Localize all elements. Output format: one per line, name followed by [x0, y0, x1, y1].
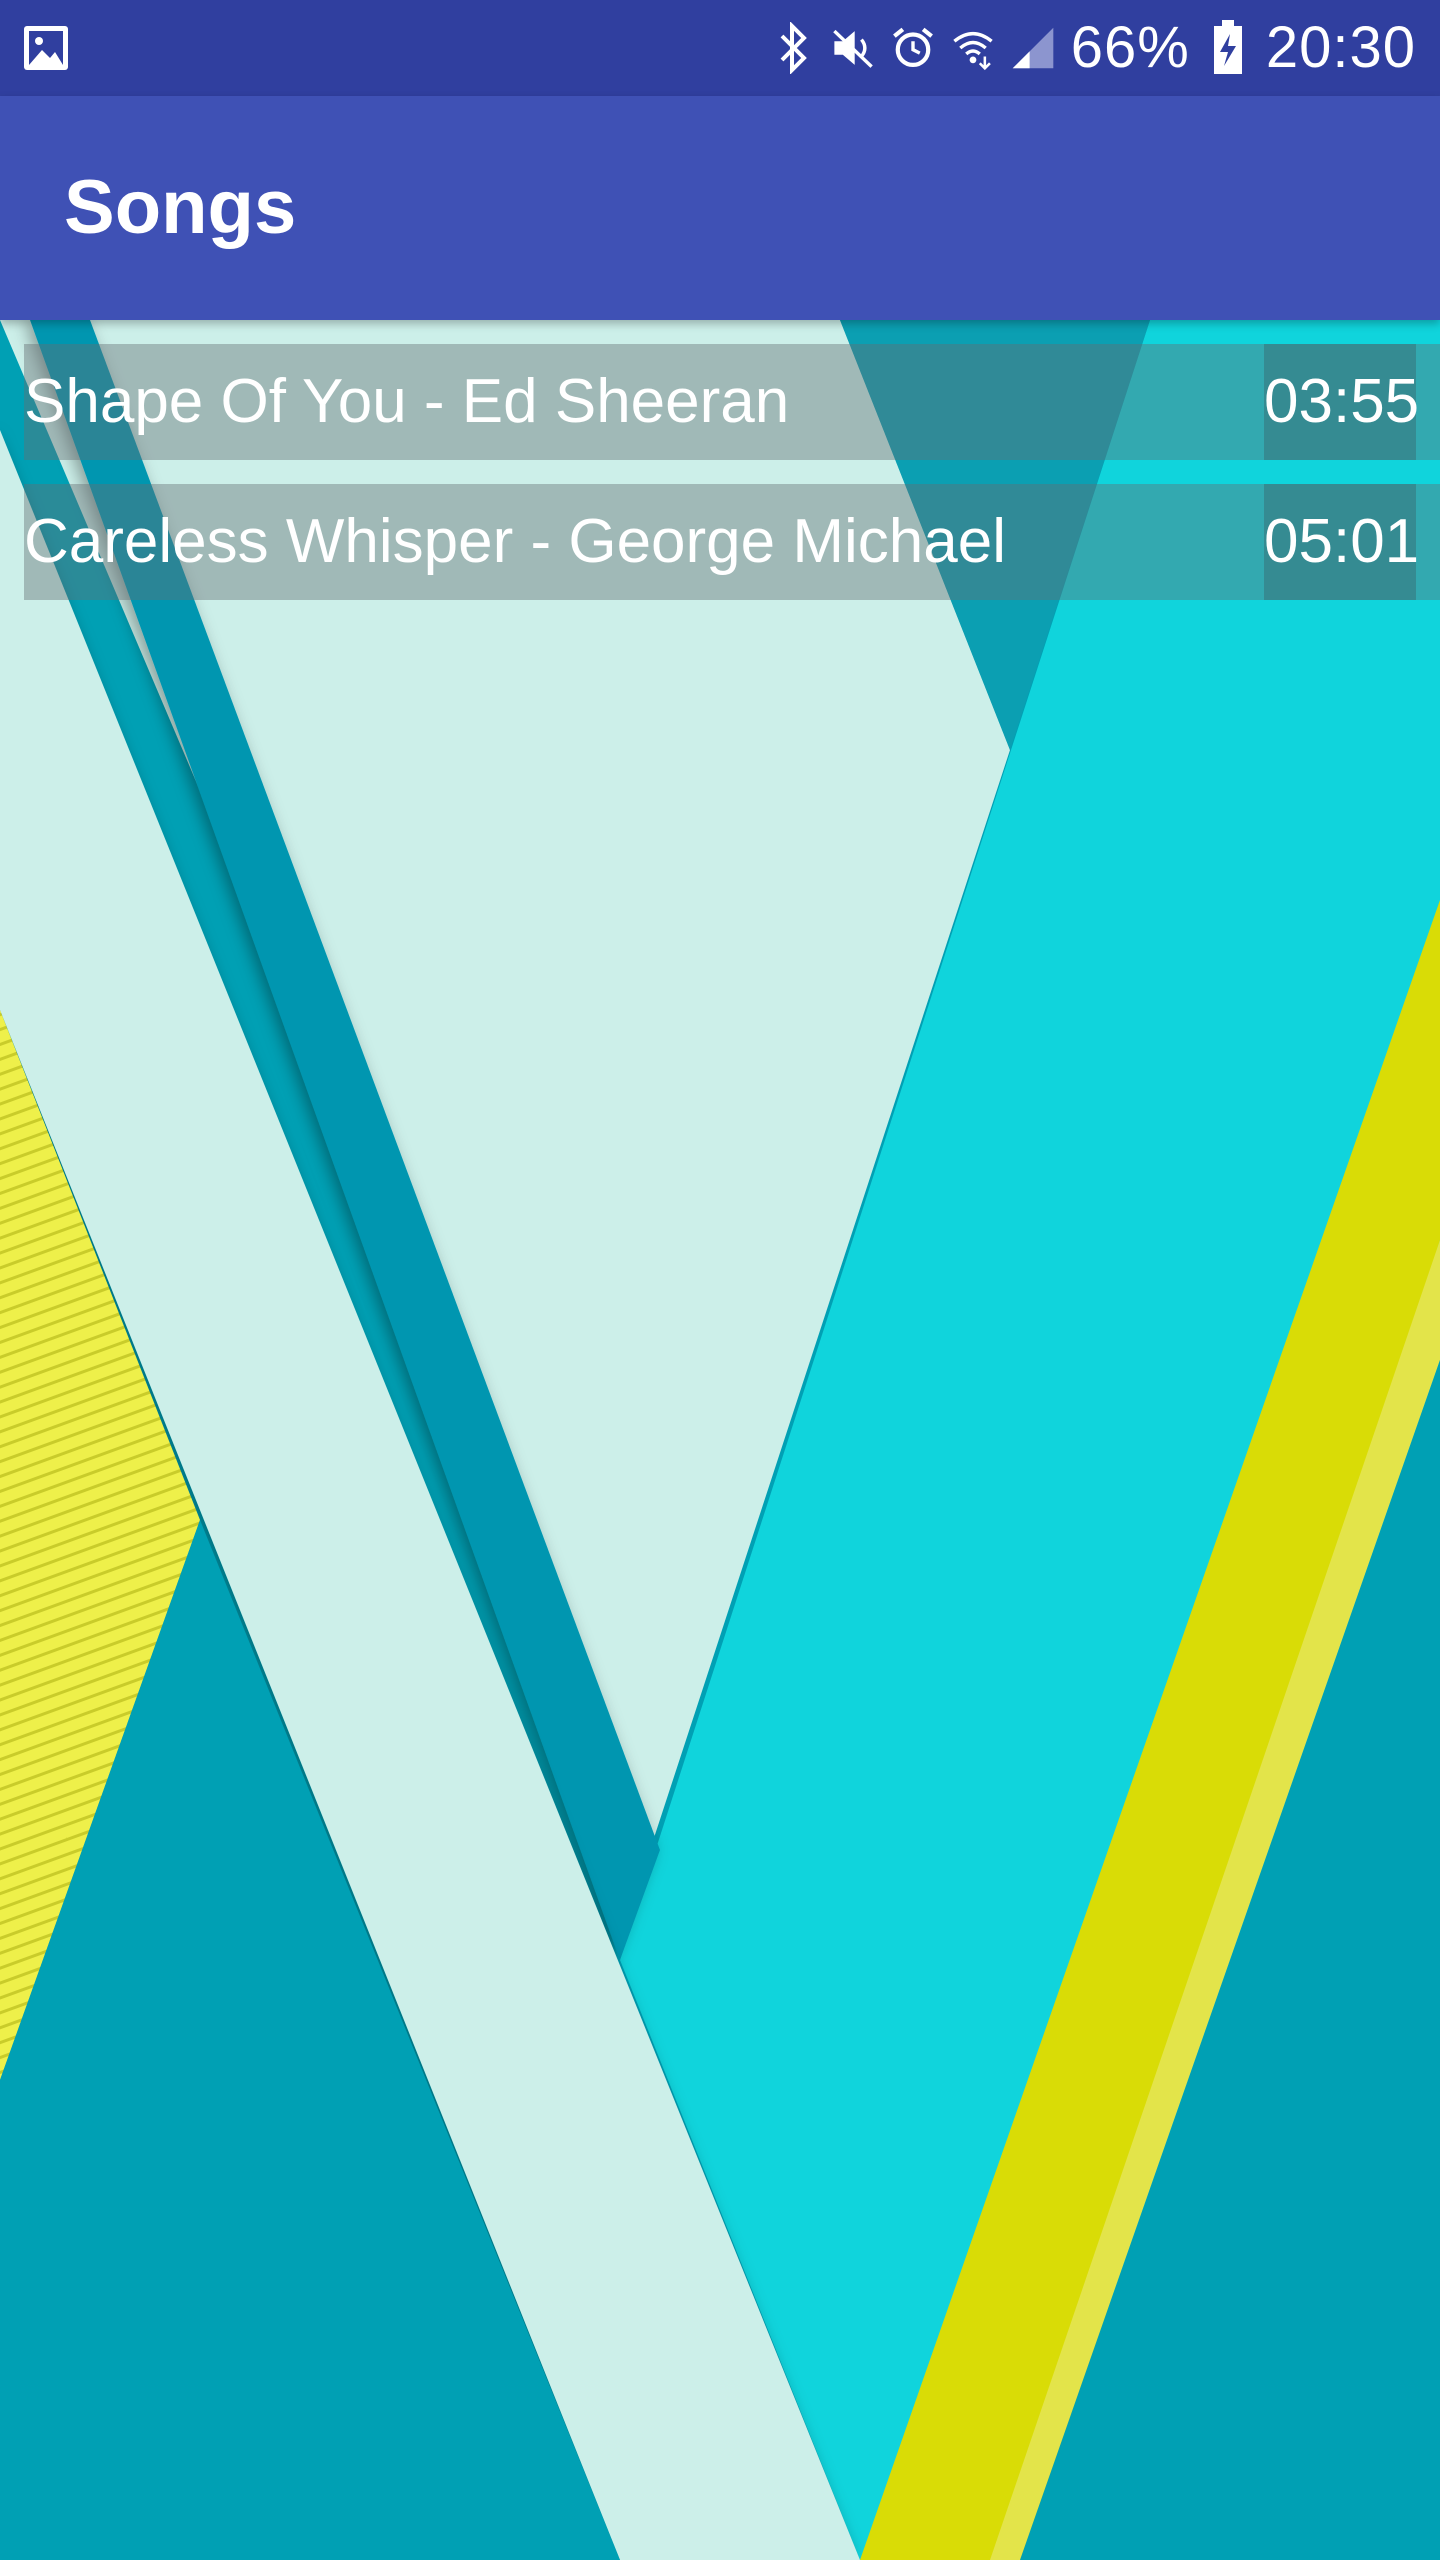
signal-icon — [1011, 22, 1055, 74]
bluetooth-icon — [771, 22, 815, 74]
app-bar: Songs — [0, 96, 1440, 320]
wifi-icon — [951, 22, 995, 74]
list-item[interactable]: Careless Whisper - George Michael 05:01 — [24, 484, 1440, 600]
status-icons: 66% 20:30 — [771, 0, 1416, 96]
song-title: Shape Of You - Ed Sheeran — [24, 367, 790, 436]
song-duration: 03:55 — [1264, 344, 1419, 460]
mute-icon — [831, 22, 875, 74]
song-list: Shape Of You - Ed Sheeran 03:55 Careless… — [24, 344, 1440, 624]
clock: 20:30 — [1265, 15, 1416, 80]
battery-percentage: 66% — [1070, 15, 1190, 80]
screen: 66% 20:30 Songs Shape Of You - Ed Sheera… — [0, 0, 1440, 2560]
page-title: Songs — [64, 165, 297, 250]
alarm-icon — [891, 22, 935, 74]
gallery-icon — [24, 26, 68, 70]
song-title: Careless Whisper - George Michael — [24, 507, 1007, 576]
song-duration: 05:01 — [1264, 484, 1419, 600]
battery-charging-icon — [1206, 20, 1250, 74]
list-item[interactable]: Shape Of You - Ed Sheeran 03:55 — [24, 344, 1440, 460]
status-bar: 66% 20:30 — [0, 0, 1440, 96]
